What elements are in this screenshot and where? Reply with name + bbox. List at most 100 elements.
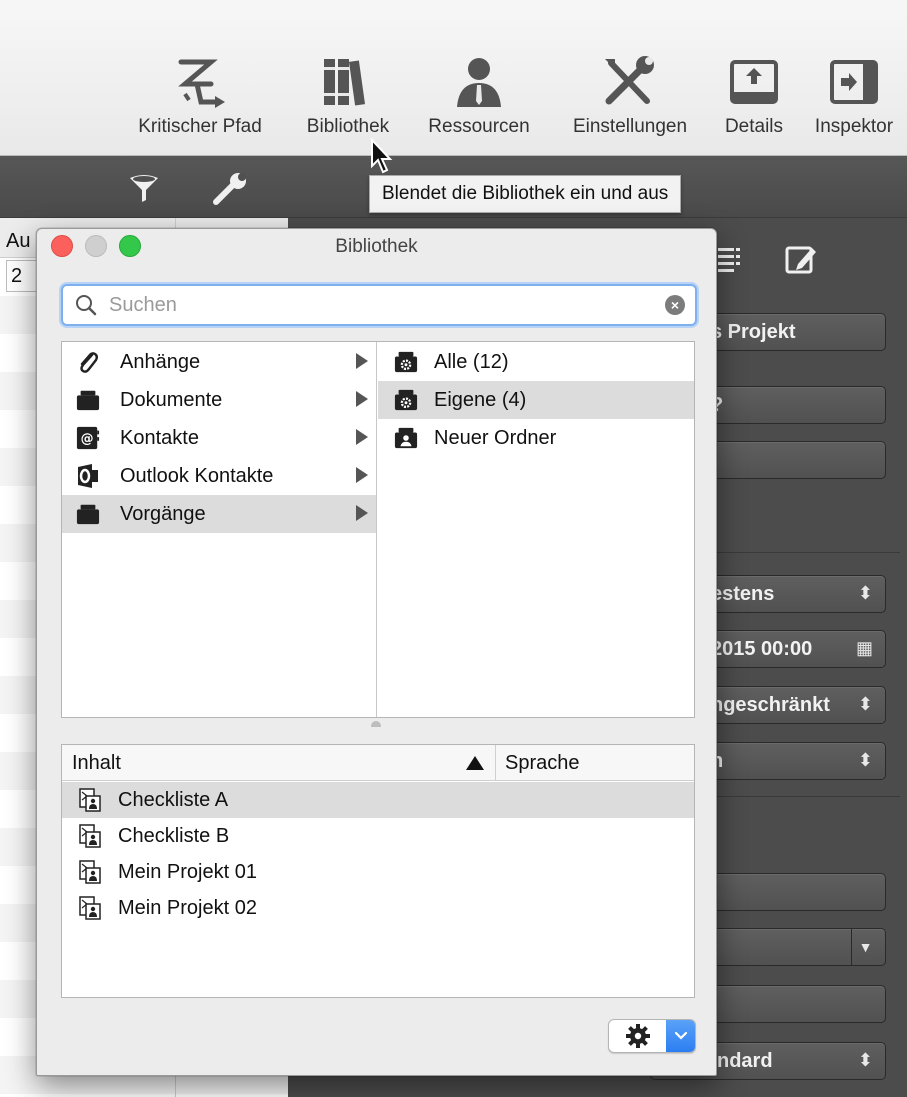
toolbar-label: Ressourcen [428, 116, 530, 137]
folder-item-new-folder[interactable]: Neuer Ordner [378, 419, 694, 457]
category-item-documents[interactable]: Dokumente [62, 381, 376, 419]
toolbar-details-button[interactable]: Details [712, 52, 796, 138]
date-field[interactable]: 2015 00:00 ▦ [700, 630, 886, 668]
combo-field[interactable]: ▼ [700, 928, 886, 966]
search-box[interactable]: × [61, 284, 697, 326]
updown-arrow-icon: ⬍ [857, 583, 873, 603]
unit-select[interactable]: h ⬍ [700, 742, 886, 780]
question-field[interactable]: ? [700, 386, 886, 424]
text-field[interactable] [700, 441, 886, 479]
folder-item-all[interactable]: Alle (12) [378, 343, 694, 381]
window-titlebar[interactable]: Bibliothek [37, 229, 716, 265]
list-icon[interactable] [714, 244, 744, 279]
folder-item-own[interactable]: Eigene (4) [378, 381, 694, 419]
text-field[interactable] [700, 985, 886, 1023]
column-header-sprache[interactable]: Sprache [505, 752, 580, 775]
close-button[interactable] [51, 235, 73, 257]
category-label: Vorgänge [120, 502, 206, 525]
details-upload-icon [712, 52, 796, 112]
outlook-icon [76, 464, 100, 488]
library-tooltip: Blendet die Bibliothek ein und aus [369, 175, 682, 213]
table-row[interactable]: Checkliste A [62, 782, 694, 818]
toolbar-settings-button[interactable]: Einstellungen [556, 52, 704, 138]
dropdown-arrow-icon[interactable]: ▼ [851, 929, 879, 965]
calendar-icon[interactable]: ▦ [856, 638, 873, 659]
text-field[interactable] [700, 873, 886, 911]
column-separator[interactable] [495, 745, 496, 781]
updown-arrow-icon: ⬍ [857, 750, 873, 770]
toolbar-library-button[interactable]: Bibliothek [292, 52, 404, 138]
search-icon [75, 294, 97, 321]
category-item-attachments[interactable]: Anhänge [62, 343, 376, 381]
disclosure-arrow-icon [356, 467, 368, 483]
toolbar-label: Inspektor [814, 116, 894, 137]
separator [700, 552, 900, 553]
category-label: Kontakte [120, 426, 199, 449]
library-browser: Anhänge Dokumente @ Kontakte Outlook Kon… [61, 341, 695, 718]
library-books-icon [292, 52, 404, 112]
limit-select[interactable]: ngeschränkt ⬍ [700, 686, 886, 724]
folder-icon [76, 388, 100, 412]
category-label: Anhänge [120, 350, 201, 373]
sort-ascending-icon [466, 756, 484, 770]
category-item-tasks[interactable]: Vorgänge [62, 495, 376, 533]
paperclip-icon [76, 350, 100, 374]
content-table: Inhalt Sprache Checkliste A Checkliste B… [61, 744, 695, 998]
table-row[interactable]: Mein Projekt 01 [62, 854, 694, 890]
field-text: estens [711, 582, 775, 605]
project-file-icon [78, 860, 102, 884]
gear-folder-icon [394, 388, 418, 412]
action-menu-button[interactable] [608, 1019, 696, 1053]
toolbar-critical-path-button[interactable]: Kritischer Pfad [122, 52, 278, 138]
gear-folder-icon [394, 350, 418, 374]
project-file-icon [78, 788, 102, 812]
chevron-down-icon[interactable] [666, 1020, 695, 1052]
column-header-inhalt[interactable]: Inhalt [72, 752, 121, 775]
category-item-contacts[interactable]: @ Kontakte [62, 419, 376, 457]
separator [700, 796, 900, 797]
toolbar-inspector-button[interactable]: Inspektor [804, 52, 904, 138]
zoom-button[interactable] [119, 235, 141, 257]
folder-label: Neuer Ordner [434, 426, 557, 449]
table-row[interactable]: Mein Projekt 02 [62, 890, 694, 926]
resources-person-icon [414, 52, 544, 112]
wrench-icon[interactable] [212, 172, 248, 211]
clear-search-icon[interactable]: × [665, 295, 685, 315]
updown-arrow-icon: ⬍ [857, 1050, 873, 1070]
toolbar-label: Kritischer Pfad [138, 116, 262, 137]
date-cell-text: 2 [11, 265, 23, 287]
folder-label: Eigene (4) [434, 388, 527, 411]
project-file-icon [78, 896, 102, 920]
field-text: ndard [717, 1049, 773, 1072]
row-label: Mein Projekt 01 [118, 860, 257, 883]
category-label: Dokumente [120, 388, 223, 411]
column-header-text: Au [6, 230, 31, 252]
gear-icon [609, 1020, 667, 1052]
category-item-outlook-contacts[interactable]: Outlook Kontakte [62, 457, 376, 495]
filter-icon[interactable] [128, 174, 160, 209]
row-label: Checkliste B [118, 824, 230, 847]
tools-icon [556, 52, 704, 112]
minimize-button[interactable] [85, 235, 107, 257]
split-view-handle[interactable] [371, 721, 381, 727]
row-label: Mein Projekt 02 [118, 896, 257, 919]
folder-icon [76, 502, 100, 526]
constraint-select[interactable]: estens ⬍ [700, 575, 886, 613]
toolbar-resources-button[interactable]: Ressourcen [414, 52, 544, 138]
folder-column: Alle (12) Eigene (4) Neuer Ordner [378, 342, 694, 717]
search-input[interactable] [107, 286, 647, 324]
field-text: 2015 00:00 [711, 637, 813, 660]
project-field[interactable]: s Projekt [700, 313, 886, 351]
svg-text:@: @ [81, 432, 94, 447]
library-window: Bibliothek × Anhänge Dokumente [36, 228, 717, 1076]
edit-pencil-icon[interactable] [784, 242, 818, 281]
toolbar-label: Bibliothek [306, 116, 390, 137]
category-column: Anhänge Dokumente @ Kontakte Outlook Kon… [62, 342, 377, 717]
project-file-icon [78, 824, 102, 848]
table-row[interactable]: Checkliste B [62, 818, 694, 854]
category-label: Outlook Kontakte [120, 464, 274, 487]
toolbar-label: Einstellungen [572, 116, 688, 137]
disclosure-arrow-icon [356, 353, 368, 369]
content-table-header: Inhalt Sprache [62, 745, 694, 781]
disclosure-arrow-icon [356, 391, 368, 407]
